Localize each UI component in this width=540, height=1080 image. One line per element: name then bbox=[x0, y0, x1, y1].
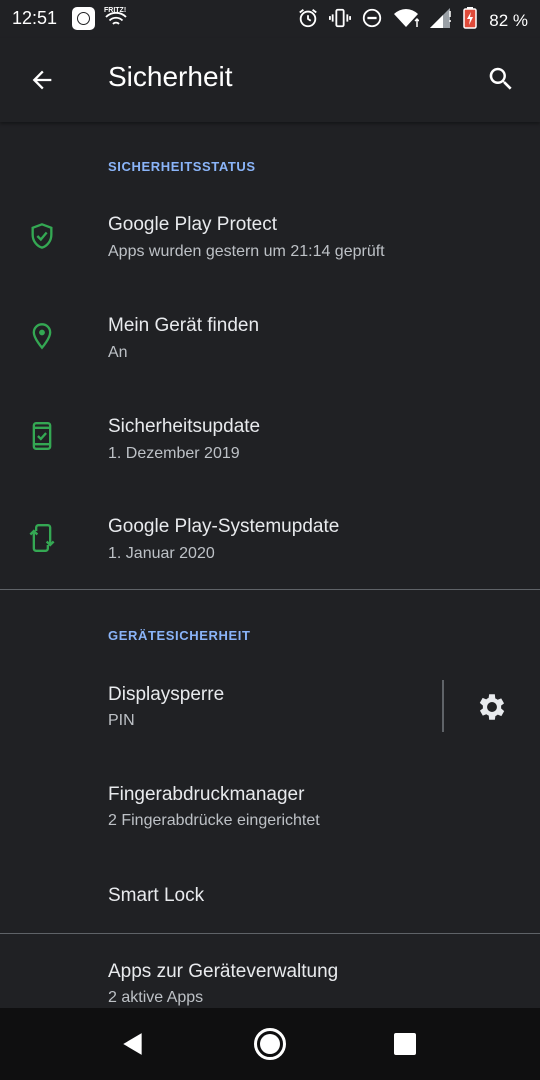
item-title: Google Play Protect bbox=[108, 214, 277, 235]
phone-update-icon bbox=[29, 524, 55, 552]
section-header-device: GERÄTESICHERHEIT bbox=[108, 628, 251, 643]
settings-list: SICHERHEITSSTATUS Google Play Protect Ap… bbox=[0, 122, 540, 1008]
list-item-device-admin[interactable]: Apps zur Geräteverwaltung 2 aktive Apps bbox=[0, 934, 540, 1008]
status-time: 12:51 bbox=[12, 8, 58, 28]
search-icon bbox=[489, 67, 512, 90]
nav-back-button[interactable] bbox=[115, 1026, 151, 1062]
nav-recents-button[interactable] bbox=[387, 1026, 423, 1062]
list-item-smart-lock[interactable]: Smart Lock bbox=[0, 862, 540, 932]
screen-lock-settings-button[interactable] bbox=[472, 687, 512, 727]
list-item-screen-lock[interactable]: Displaysperre PIN bbox=[0, 662, 540, 762]
item-title: Fingerabdruckmanager bbox=[108, 784, 305, 805]
cell-signal-icon bbox=[429, 7, 453, 34]
item-subtitle: 2 aktive Apps bbox=[108, 989, 204, 1006]
item-subtitle: 1. Januar 2020 bbox=[108, 545, 215, 562]
wifi-icon: FRITZ! bbox=[104, 5, 128, 34]
location-pin-icon bbox=[32, 323, 52, 350]
list-item-play-protect[interactable]: Google Play Protect Apps wurden gestern … bbox=[0, 194, 540, 294]
status-bar: 12:51 FRITZ! 82 % bbox=[0, 0, 540, 38]
shield-check-icon bbox=[31, 223, 53, 249]
do-not-disturb-icon bbox=[361, 7, 383, 34]
alarm-icon bbox=[297, 7, 319, 34]
gear-icon bbox=[479, 694, 505, 720]
item-title: Displaysperre bbox=[108, 684, 225, 705]
item-subtitle: An bbox=[108, 344, 128, 361]
back-button[interactable] bbox=[26, 64, 58, 96]
arrow-back-icon bbox=[32, 70, 52, 90]
list-item-security-update[interactable]: Sicherheitsupdate 1. Dezember 2019 bbox=[0, 394, 540, 494]
navigation-bar bbox=[0, 1008, 540, 1080]
list-item-fingerprint[interactable]: Fingerabdruckmanager 2 Fingerabdrücke ei… bbox=[0, 762, 540, 862]
item-subtitle: 2 Fingerabdrücke eingerichtet bbox=[108, 812, 320, 829]
notification-icon bbox=[72, 7, 95, 30]
home-circle-icon bbox=[254, 1028, 286, 1060]
item-title: Sicherheitsupdate bbox=[108, 416, 261, 437]
list-item-system-update[interactable]: Google Play-Systemupdate 1. Januar 2020 bbox=[0, 494, 540, 590]
section-divider bbox=[0, 589, 540, 590]
battery-percent: 82 % bbox=[489, 10, 528, 30]
back-triangle-icon bbox=[123, 1033, 142, 1055]
vertical-divider bbox=[442, 680, 444, 732]
section-header-status: SICHERHEITSSTATUS bbox=[108, 159, 256, 174]
item-title: Mein Gerät finden bbox=[108, 315, 260, 336]
item-title: Smart Lock bbox=[108, 885, 205, 906]
page-title: Sicherheit bbox=[108, 61, 233, 92]
app-bar: Sicherheit bbox=[0, 38, 540, 122]
item-title: Apps zur Geräteverwaltung bbox=[108, 961, 339, 982]
search-button[interactable] bbox=[484, 62, 518, 96]
wifi-signal-icon bbox=[393, 7, 420, 34]
item-subtitle: Apps wurden gestern um 21:14 geprüft bbox=[108, 243, 385, 260]
item-title: Google Play-Systemupdate bbox=[108, 516, 340, 537]
recents-square-icon bbox=[394, 1033, 416, 1055]
battery-icon bbox=[463, 7, 477, 34]
phone-check-icon bbox=[32, 422, 52, 450]
vibrate-icon bbox=[329, 7, 352, 34]
item-subtitle: 1. Dezember 2019 bbox=[108, 445, 240, 462]
item-subtitle: PIN bbox=[108, 712, 135, 729]
list-item-find-device[interactable]: Mein Gerät finden An bbox=[0, 294, 540, 394]
nav-home-button[interactable] bbox=[252, 1026, 288, 1062]
